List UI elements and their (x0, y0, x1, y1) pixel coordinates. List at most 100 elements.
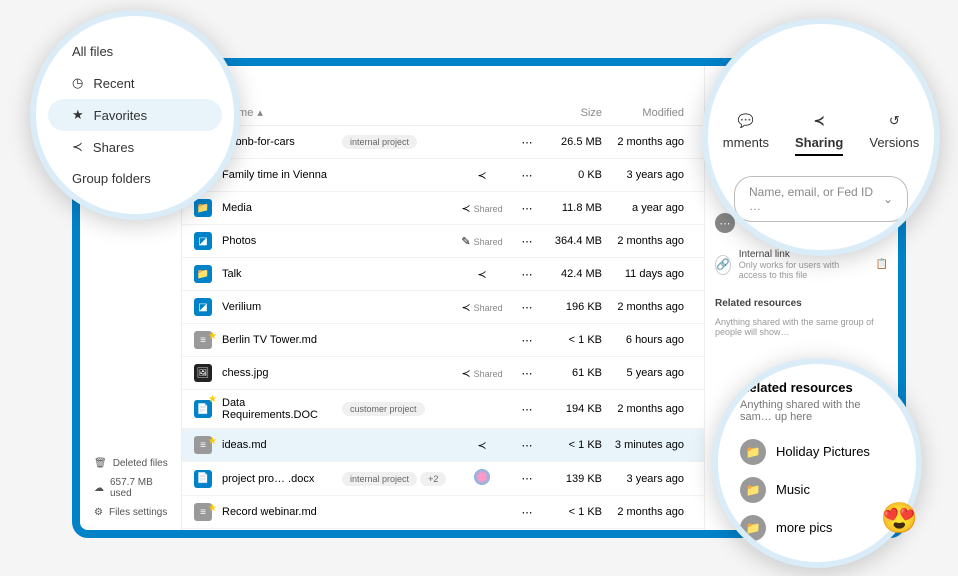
file-tag[interactable]: internal project (342, 135, 417, 149)
chevron-down-icon: ⌄ (883, 192, 893, 206)
file-tag[interactable]: customer project (342, 402, 425, 416)
more-icon[interactable]: ⋯ (512, 136, 542, 149)
edit-icon[interactable]: ✎ (461, 236, 470, 248)
file-size: 11.8 MB (542, 202, 602, 214)
file-modified: 5 years ago (602, 367, 692, 379)
sidebar-deleted[interactable]: 🗑Deleted files (80, 454, 181, 473)
share-cell: ≺ Shared (452, 367, 512, 380)
sort-name[interactable]: Name ▴ (224, 106, 342, 119)
file-name: Photos (222, 235, 342, 247)
more-icon[interactable]: ⋯ (512, 506, 542, 519)
file-row[interactable]: 🖼chess.jpg≺ Shared⋯61 KB5 years ago (182, 357, 704, 390)
folder-icon: 📁 (740, 439, 766, 465)
file-name: Airbnb-for-cars (222, 136, 342, 148)
share-cell: ≺ (452, 169, 512, 182)
file-name: ★Data Requirements.DOC (222, 397, 342, 421)
file-size: 0 KB (542, 169, 602, 181)
file-row[interactable]: ◪Verilium≺ Shared⋯196 KB2 months ago (182, 291, 704, 324)
file-modified: a year ago (602, 202, 692, 214)
related-item[interactable]: 📁more pics (740, 509, 894, 547)
file-row[interactable]: ◪Photos✎ Shared⋯364.4 MB2 months ago (182, 225, 704, 258)
nav-recent[interactable]: ◷Recent (36, 67, 234, 99)
file-row[interactable]: 📄project pro… .docxinternal project +2⋯1… (182, 462, 704, 496)
file-icon: 🖼 (194, 364, 212, 382)
file-modified: 2 months ago (602, 136, 692, 148)
file-size: 194 KB (542, 403, 602, 415)
magnifier-nav: All files ◷Recent ★Favorites ≺Shares Gro… (30, 10, 240, 220)
share-icon: ≺ (814, 113, 825, 129)
more-icon[interactable]: ⋯ (512, 403, 542, 416)
gear-icon: ⚙ (94, 507, 103, 518)
tab-comments[interactable]: 💬mments (723, 113, 769, 150)
col-size[interactable]: Size (542, 107, 602, 119)
list-header: Name ▴ Size Modified (182, 100, 704, 126)
share-icon[interactable]: ≺ (477, 170, 486, 182)
file-name: Talk (222, 268, 342, 280)
related-heading: Related resources (715, 298, 888, 309)
more-icon[interactable]: ⋯ (512, 268, 542, 281)
magnifier-related: Related resources Anything shared with t… (712, 358, 922, 568)
file-row[interactable]: 📁Talk≺⋯42.4 MB11 days ago (182, 258, 704, 291)
more-icon[interactable]: ⋯ (512, 301, 542, 314)
more-icon[interactable]: ⋯ (512, 472, 542, 485)
star-icon: ★ (208, 331, 217, 342)
file-modified: 2 months ago (602, 506, 692, 518)
magnifier-sharing: 💬mments ≺Sharing ↺Versions Name, email, … (702, 18, 940, 256)
clipboard-icon[interactable]: 📋 (876, 259, 888, 270)
tab-sharing[interactable]: ≺Sharing (795, 113, 843, 156)
file-name: Media (222, 202, 342, 214)
more-icon[interactable]: ⋯ (512, 202, 542, 215)
file-row[interactable]: 📄★Data Requirements.DOCcustomer project⋯… (182, 390, 704, 429)
more-icon[interactable]: ⋯ (512, 367, 542, 380)
nav-shares[interactable]: ≺Shares (36, 131, 234, 163)
more-icon[interactable]: ⋯ (512, 169, 542, 182)
file-tag[interactable]: internal project (342, 472, 417, 486)
star-icon: ★ (208, 394, 217, 405)
sidebar-settings[interactable]: ⚙Files settings (80, 503, 181, 522)
related-item[interactable]: 📁Music (740, 471, 894, 509)
file-row[interactable]: 📁Media≺ Shared⋯11.8 MBa year ago (182, 192, 704, 225)
share-cell: ≺ Shared (452, 202, 512, 215)
file-size: 42.4 MB (542, 268, 602, 280)
nav-group-folders[interactable]: Group folders (36, 163, 234, 194)
tab-versions[interactable]: ↺Versions (869, 113, 919, 150)
share-search-large[interactable]: Name, email, or Fed ID …⌄ (734, 176, 908, 222)
share-icon[interactable]: ≺ (461, 368, 470, 380)
link-icon: 🔗 (715, 255, 731, 275)
tag-more[interactable]: +2 (420, 472, 446, 486)
share-cell: ≺ (452, 439, 512, 452)
more-icon[interactable]: ⋯ (512, 235, 542, 248)
file-row[interactable]: 📁Airbnb-for-carsinternal project⋯26.5 MB… (182, 126, 704, 159)
file-modified: 6 hours ago (602, 334, 692, 346)
avatar[interactable] (474, 469, 490, 485)
more-icon[interactable]: ⋯ (512, 439, 542, 452)
file-row[interactable]: 📁Family time in Vienna≺⋯0 KB3 years ago (182, 159, 704, 192)
nav-favorites[interactable]: ★Favorites (48, 99, 222, 131)
star-icon: ★ (208, 436, 217, 447)
chat-icon: 💬 (738, 113, 754, 129)
file-row[interactable]: ≡★Record webinar.md⋯< 1 KB2 months ago (182, 496, 704, 529)
file-row[interactable]: ≡★ideas.md≺⋯< 1 KB3 minutes ago (182, 429, 704, 462)
nav-all-files[interactable]: All files (36, 36, 234, 67)
share-icon: ≺ (72, 139, 83, 155)
file-modified: 2 months ago (602, 403, 692, 415)
share-icon[interactable]: ≺ (477, 440, 486, 452)
col-modified[interactable]: Modified (602, 107, 692, 119)
file-size: 364.4 MB (542, 235, 602, 247)
file-size: < 1 KB (542, 439, 602, 451)
related-item[interactable]: 📁Holiday Pictures (740, 433, 894, 471)
file-modified: 3 minutes ago (602, 439, 692, 451)
file-modified: 3 years ago (602, 473, 692, 485)
file-name: ★ideas.md (222, 439, 342, 451)
heart-eyes-emoji: 😍 (881, 501, 918, 536)
history-icon: ↺ (889, 113, 900, 129)
share-cell (452, 469, 512, 488)
file-row[interactable]: ≡★Berlin TV Tower.md⋯< 1 KB6 hours ago (182, 324, 704, 357)
file-size: 26.5 MB (542, 136, 602, 148)
share-icon[interactable]: ≺ (461, 203, 470, 215)
share-icon[interactable]: ≺ (477, 269, 486, 281)
sidebar-storage: ☁657.7 MB used (80, 473, 181, 503)
file-size: 139 KB (542, 473, 602, 485)
more-icon[interactable]: ⋯ (512, 334, 542, 347)
share-icon[interactable]: ≺ (461, 302, 470, 314)
